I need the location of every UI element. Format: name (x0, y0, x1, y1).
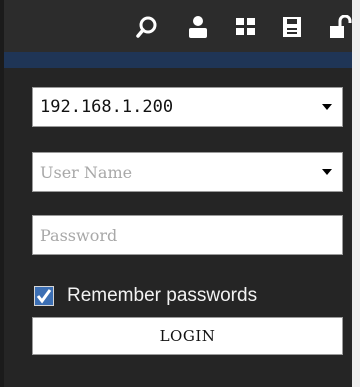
server-address-select[interactable]: 192.168.1.200 (32, 87, 343, 127)
server-address-value: 192.168.1.200 (40, 97, 174, 117)
username-placeholder: User Name (40, 162, 133, 182)
remember-label: Remember passwords (67, 285, 258, 306)
password-input[interactable]: Password (32, 215, 343, 255)
chevron-down-icon[interactable] (322, 104, 332, 110)
remember-passwords[interactable]: Remember passwords (34, 284, 257, 308)
checkmark-icon (36, 289, 52, 304)
save-icon[interactable] (279, 14, 305, 40)
header-divider (4, 52, 352, 68)
search-icon[interactable] (134, 14, 160, 40)
password-placeholder: Password (40, 225, 118, 245)
login-panel: 192.168.1.200 User Name Password Remembe… (0, 0, 360, 387)
username-input[interactable]: User Name (32, 152, 343, 192)
unlock-icon[interactable] (328, 14, 352, 40)
remember-checkbox[interactable] (34, 286, 54, 306)
chevron-down-icon[interactable] (322, 169, 332, 175)
login-button[interactable]: LOGIN (32, 317, 343, 355)
toolbar (4, 0, 352, 52)
grid-icon[interactable] (233, 14, 259, 40)
user-icon[interactable] (185, 14, 211, 40)
